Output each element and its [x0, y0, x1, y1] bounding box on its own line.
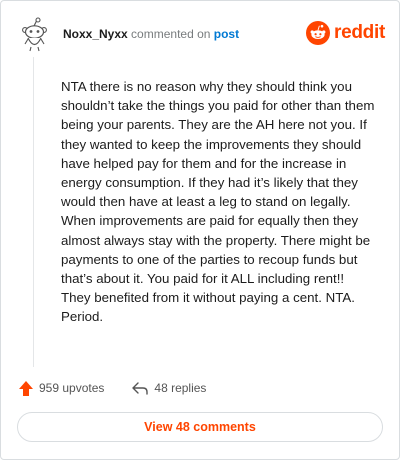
reddit-logo[interactable]: reddit [306, 21, 385, 45]
post-link[interactable]: post [214, 27, 239, 41]
replies-button[interactable]: 48 replies [132, 381, 206, 395]
reddit-wordmark: reddit [334, 22, 385, 43]
username-link[interactable]: Noxx_Nyxx [63, 27, 128, 41]
comment-card: Noxx_Nyxx commented on post reddit NTA t… [0, 0, 400, 460]
thread-line[interactable] [33, 57, 34, 367]
commented-on-text: commented on [127, 27, 214, 41]
comment-actions: 959 upvotes 48 replies [19, 377, 206, 399]
upvote-arrow-icon [19, 380, 33, 396]
upvote-button[interactable]: 959 upvotes [19, 380, 105, 396]
reply-arrow-icon [132, 381, 149, 395]
view-comments-button[interactable]: View 48 comments [17, 412, 383, 442]
upvote-count: 959 upvotes [39, 381, 105, 395]
snoo-avatar-icon[interactable] [17, 17, 53, 53]
comment-byline: Noxx_Nyxx commented on post [63, 27, 239, 41]
reply-count: 48 replies [154, 381, 207, 395]
comment-body: NTA there is no reason why they should t… [61, 79, 375, 325]
reddit-snoo-icon [306, 21, 331, 45]
comment-header: Noxx_Nyxx commented on post reddit [15, 13, 387, 53]
